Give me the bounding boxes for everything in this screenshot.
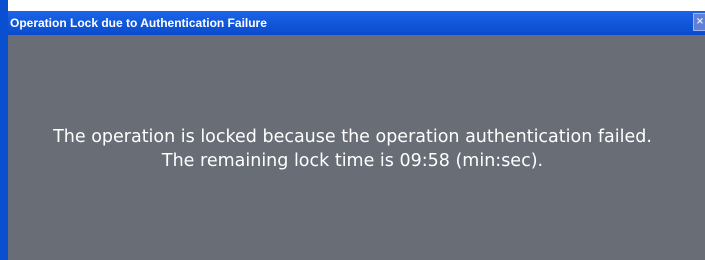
lock-message-line-2: The remaining lock time is 09:58 (min:se… [161, 151, 544, 171]
close-button[interactable]: × [693, 13, 705, 31]
lock-message: The operation is locked because the oper… [0, 125, 705, 173]
close-icon: × [695, 16, 705, 27]
top-strip [8, 0, 705, 11]
lock-message-line-1: The operation is locked because the oper… [53, 127, 652, 147]
dialog-title: Operation Lock due to Authentication Fai… [10, 16, 267, 30]
lock-dialog-window: Operation Lock due to Authentication Fai… [0, 0, 705, 260]
title-bar[interactable]: Operation Lock due to Authentication Fai… [8, 11, 705, 35]
dialog-content: The operation is locked because the oper… [8, 35, 705, 260]
